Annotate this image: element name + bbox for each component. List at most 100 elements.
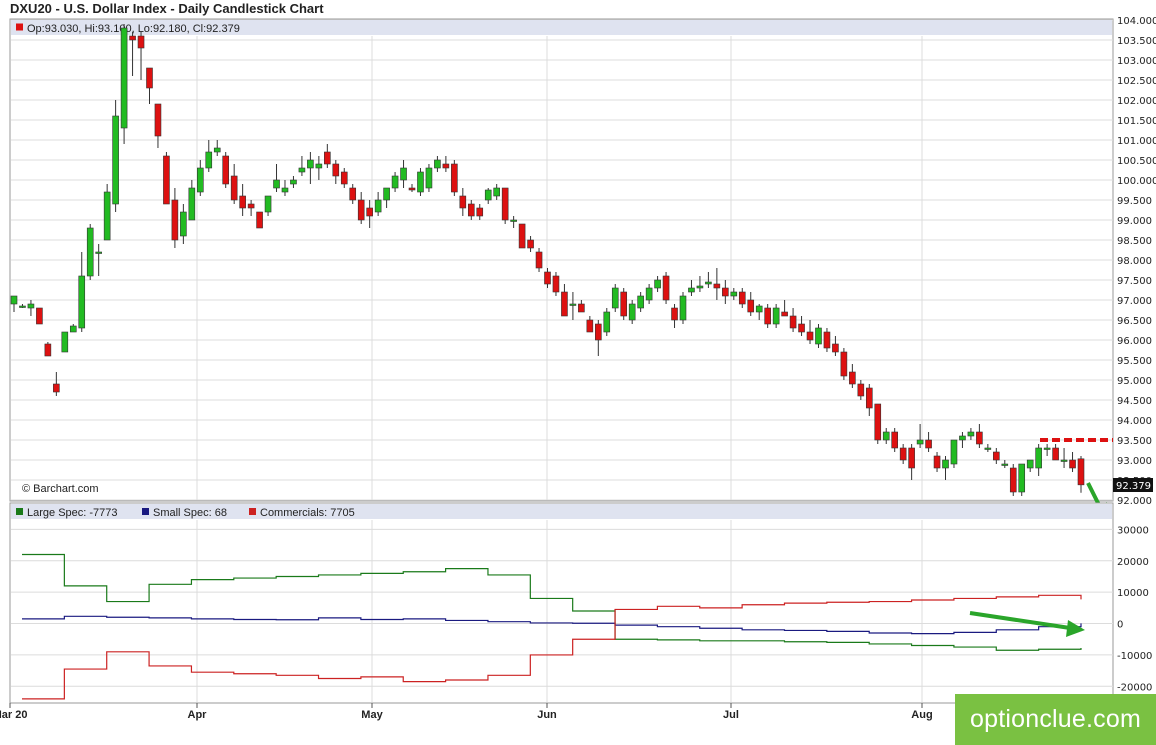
candle-down — [798, 323, 805, 333]
candle-up — [688, 287, 695, 293]
price-tick-label: 100.000 — [1117, 176, 1156, 187]
candle-up — [10, 295, 18, 305]
candle-up — [569, 303, 577, 306]
cot-tick-label: 20000 — [1117, 557, 1149, 568]
candle-up — [510, 219, 517, 222]
candle-up — [205, 151, 213, 169]
candle-up — [264, 195, 272, 213]
candle-up — [281, 187, 289, 193]
candle-up — [103, 191, 111, 241]
candle-up — [78, 275, 86, 329]
candle-down — [408, 187, 416, 191]
candle-down — [891, 431, 898, 449]
candle-down — [535, 251, 543, 269]
candle-up — [273, 179, 280, 189]
candle-down — [349, 187, 357, 201]
candle-up — [628, 303, 636, 321]
candle-up — [417, 171, 424, 193]
month-label: Mar 20 — [0, 709, 27, 721]
candle-up — [86, 227, 94, 277]
candle-up — [984, 447, 992, 450]
candle-down — [154, 103, 162, 137]
watermark: optionclue.com — [955, 694, 1156, 745]
candle-up — [815, 327, 822, 345]
candle-down — [976, 431, 983, 445]
price-tick-label: 92.000 — [1117, 496, 1152, 507]
candle-down — [713, 283, 721, 289]
price-tick-label: 96.000 — [1117, 336, 1152, 347]
candle-up — [290, 179, 297, 185]
candle-down — [544, 271, 551, 285]
price-tick-label: 96.500 — [1117, 316, 1152, 327]
price-tick-label: 100.500 — [1117, 156, 1156, 167]
cot-tick-label: -10000 — [1117, 651, 1152, 662]
candle-up — [654, 279, 661, 289]
candle-up — [425, 167, 433, 189]
candle-down — [738, 291, 746, 305]
candle-down — [256, 211, 263, 229]
candle-down — [451, 163, 458, 193]
candle-down — [908, 447, 915, 469]
price-tick-label: 98.500 — [1117, 236, 1152, 247]
price-tick-label: 93.500 — [1117, 436, 1152, 447]
candle-down — [518, 223, 526, 249]
candle-down — [1069, 459, 1076, 469]
candle-up — [484, 189, 492, 201]
candle-down — [806, 331, 814, 341]
candle-down — [239, 195, 246, 209]
candle-down — [764, 307, 771, 325]
candle-down — [171, 199, 179, 241]
legend-small-spec: Small Spec: 68 — [153, 507, 227, 519]
candle-down — [620, 291, 628, 317]
candle-up — [298, 167, 306, 173]
candle-down — [925, 439, 932, 449]
candle-down — [366, 207, 373, 217]
candle-down — [857, 383, 865, 397]
candle-down — [340, 171, 348, 185]
month-label: Aug — [911, 709, 932, 721]
legend-marker-price — [16, 23, 23, 31]
candle-down — [561, 291, 568, 317]
candle-up — [197, 167, 204, 193]
price-tick-label: 101.000 — [1117, 136, 1156, 147]
candle-down — [44, 343, 52, 357]
candle-down — [222, 155, 230, 185]
candle-down — [578, 303, 585, 313]
month-axis: Mar 20 Apr May Jun Jul Aug — [0, 703, 933, 721]
candle-down — [163, 155, 170, 205]
month-label: Apr — [188, 709, 208, 721]
candle-down — [324, 151, 331, 165]
candle-down — [899, 447, 907, 461]
candle-up — [61, 331, 69, 353]
candle-up — [69, 325, 77, 333]
ohlc-label: Op:93.030, Hi:93.100, Lo:92.180, Cl:92.3… — [27, 23, 240, 35]
candle-down — [671, 307, 678, 321]
candle-up — [645, 287, 653, 301]
price-tick-label: 94.000 — [1117, 416, 1152, 427]
candle-up — [942, 459, 949, 469]
candle-down — [476, 207, 484, 217]
candle-up — [1001, 463, 1009, 466]
candle-up — [916, 439, 924, 445]
price-tick-label: 103.000 — [1117, 56, 1156, 67]
candle-up — [315, 163, 323, 169]
candle-up — [434, 159, 441, 169]
candle-down — [36, 307, 43, 325]
candle-down — [823, 331, 831, 349]
candle-down — [933, 455, 941, 469]
price-tick-label: 95.500 — [1117, 356, 1152, 367]
candle-down — [865, 387, 873, 409]
last-price-label: 92.379 — [1116, 481, 1151, 492]
candle-up — [180, 211, 187, 237]
legend-marker-small-spec — [142, 508, 149, 515]
candle-down — [129, 35, 136, 41]
price-tick-label: 102.500 — [1117, 76, 1156, 87]
candle-up — [95, 251, 102, 254]
candle-up — [755, 305, 763, 313]
candle-up — [120, 27, 128, 129]
candle-up — [188, 187, 196, 221]
price-axis: 92.00092.50093.00093.50094.00094.50095.0… — [1117, 16, 1156, 507]
price-tick-label: 102.000 — [1117, 96, 1156, 107]
candle-down — [137, 35, 145, 49]
candle-down — [357, 199, 365, 221]
